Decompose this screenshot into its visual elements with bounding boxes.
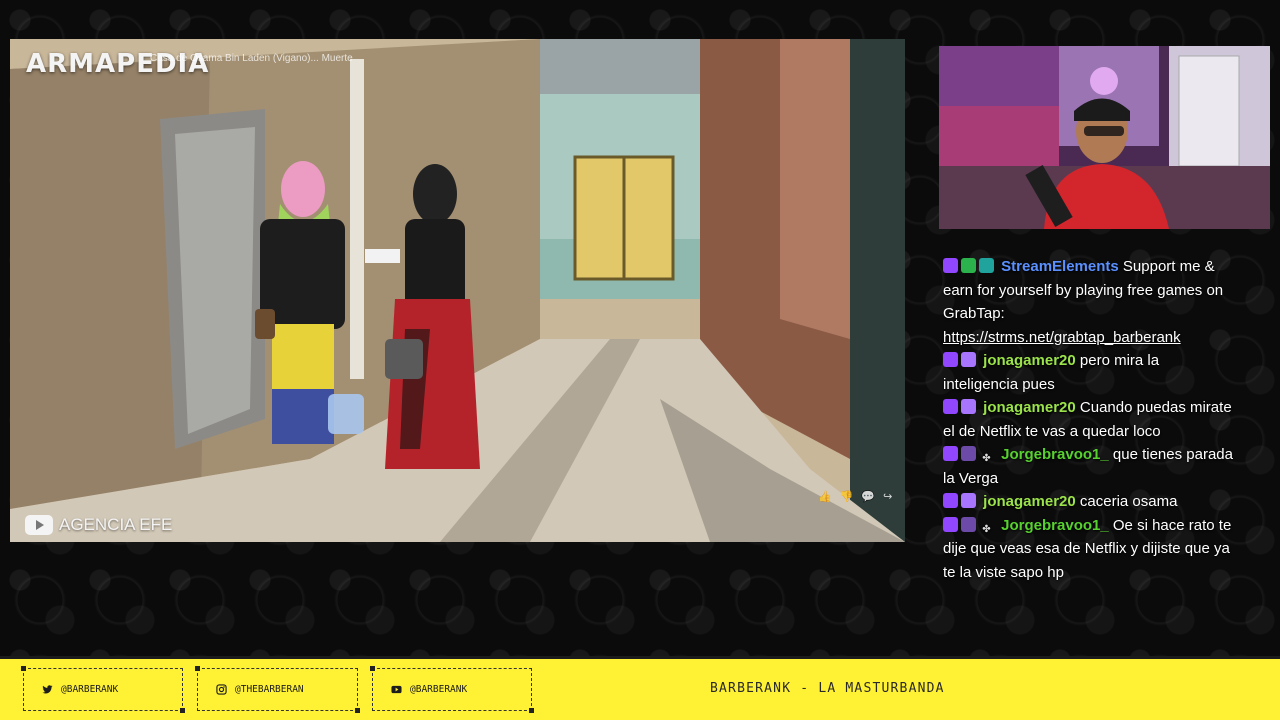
video-actions: 👍 👎 💬 ↪ [818,490,892,503]
chat-username[interactable]: jonagamer20 [983,352,1076,369]
youtube-handle: @BARBERANK [410,684,468,695]
twitch-badge-icon [943,446,958,461]
video-caption-text: Casa de Osama Bin Laden (Vigano)... Muer… [150,53,353,64]
chat-username[interactable]: jonagamer20 [983,399,1076,416]
chat-message: jonagamer20 pero mira la inteligencia pu… [943,349,1233,396]
chat-text: caceria osama [1079,493,1178,510]
emblem-badge-icon: ✤ [982,453,991,464]
chat-message: StreamElements Support me & earn for you… [943,255,1233,349]
twitch-badge-icon [943,399,958,414]
twitch-badge-icon [943,493,958,508]
instagram-handle: @THEBARBERAN [235,684,304,695]
trophy-badge-icon [961,516,976,532]
chat-username[interactable]: Jorgebravoo1_ [1001,446,1109,463]
youtube-logo-icon [25,515,53,535]
chat-message: jonagamer20 caceria osama [943,490,1233,514]
chat-message: ✤ Jorgebravoo1_ Oe si hace rato te dije … [943,514,1233,585]
subscriber-badge-icon [961,352,976,367]
emblem-badge-icon: ✤ [982,523,991,535]
chat-username[interactable]: jonagamer20 [983,493,1076,510]
twitter-handle-box[interactable]: @BARBERANK [21,666,185,713]
subscriber-badge-icon [961,399,976,414]
share-icon[interactable]: ↪ [883,490,892,503]
video-source-label: AGENCIA EFE [25,515,172,535]
trophy-badge-icon [961,446,976,461]
chat-username[interactable]: Jorgebravoo1_ [1001,517,1109,534]
chat-link[interactable]: https://strms.net/grabtap_barberank [943,329,1181,346]
instagram-icon [216,684,227,695]
twitter-icon [42,685,53,694]
twitch-badge-icon [943,258,958,273]
verified-badge-icon [961,258,976,273]
twitch-badge-icon [943,352,958,367]
youtube-icon [391,685,402,694]
bot-badge-icon [979,258,994,273]
video-source-text: AGENCIA EFE [59,515,173,534]
bottom-info-bar: @BARBERANK @THEBARBERAN @BARBERANK BARBE… [0,656,1280,720]
youtube-handle-box[interactable]: @BARBERANK [370,666,534,713]
twitch-badge-icon [943,516,958,532]
main-video-player[interactable]: ARMAPEDIA Casa de Osama Bin Laden (Vigan… [10,39,905,542]
like-icon[interactable]: 👍 [818,490,832,503]
comment-icon[interactable]: 💬 [861,490,875,503]
streamer-webcam [939,46,1270,229]
chat-username[interactable]: StreamElements [1001,258,1119,275]
chat-panel: StreamElements Support me & earn for you… [943,255,1233,584]
dislike-icon[interactable]: 👎 [840,490,854,503]
stream-title: BARBERANK - LA MASTURBANDA [710,681,945,696]
twitter-handle: @BARBERANK [61,684,119,695]
instagram-handle-box[interactable]: @THEBARBERAN [195,666,360,713]
subscriber-badge-icon [961,493,976,508]
video-frame-scene [10,39,905,542]
chat-message: ✤ Jorgebravoo1_ que tienes parada la Ver… [943,443,1233,490]
chat-message: jonagamer20 Cuando puedas mirate el de N… [943,396,1233,443]
webcam-scene [939,46,1270,229]
